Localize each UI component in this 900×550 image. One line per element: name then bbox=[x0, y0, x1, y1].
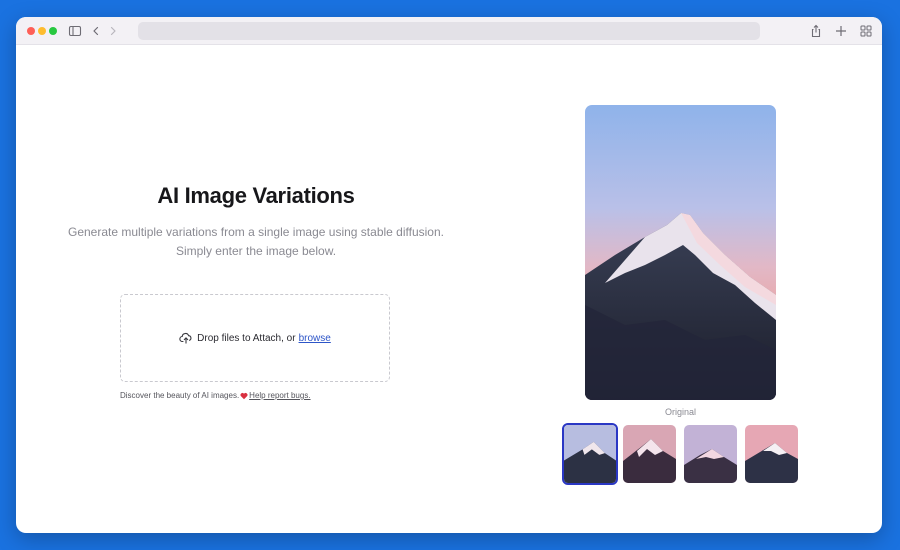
back-icon[interactable] bbox=[89, 24, 103, 38]
variation-thumbnail[interactable] bbox=[745, 425, 798, 483]
cloud-upload-icon bbox=[179, 331, 193, 345]
subtitle-line-2: Simply enter the image below. bbox=[175, 244, 337, 258]
variation-thumbnail[interactable] bbox=[623, 425, 676, 483]
minimize-window-button[interactable] bbox=[38, 27, 46, 35]
browser-window: AI Image Variations Generate multiple va… bbox=[16, 17, 882, 533]
original-image bbox=[585, 105, 776, 400]
page-subtitle: Generate multiple variations from a sing… bbox=[56, 223, 456, 261]
report-bugs-link[interactable]: Help report bugs. bbox=[249, 391, 310, 400]
file-dropzone[interactable]: Drop files to Attach, or browse bbox=[120, 294, 390, 382]
tab-overview-icon[interactable] bbox=[859, 24, 873, 38]
footer-note: Discover the beauty of AI images. Help r… bbox=[120, 391, 311, 400]
image-caption: Original bbox=[664, 407, 696, 417]
variation-thumbnail[interactable] bbox=[562, 423, 618, 485]
subtitle-line-1: Generate multiple variations from a sing… bbox=[68, 225, 444, 239]
zoom-window-button[interactable] bbox=[49, 27, 57, 35]
variation-thumbnail[interactable] bbox=[684, 425, 737, 483]
dropzone-label: Drop files to Attach, or bbox=[197, 332, 296, 344]
footer-text: Discover the beauty of AI images. bbox=[120, 391, 240, 400]
heart-icon bbox=[240, 392, 248, 400]
share-icon[interactable] bbox=[809, 24, 823, 38]
page-content: AI Image Variations Generate multiple va… bbox=[16, 45, 882, 533]
new-tab-icon[interactable] bbox=[834, 24, 848, 38]
address-bar[interactable] bbox=[138, 22, 760, 40]
page-title: AI Image Variations bbox=[157, 183, 355, 208]
browse-link[interactable]: browse bbox=[299, 333, 331, 344]
close-window-button[interactable] bbox=[27, 27, 35, 35]
sidebar-toggle-icon[interactable] bbox=[68, 24, 82, 38]
forward-icon[interactable] bbox=[106, 24, 120, 38]
browser-toolbar bbox=[16, 17, 882, 45]
